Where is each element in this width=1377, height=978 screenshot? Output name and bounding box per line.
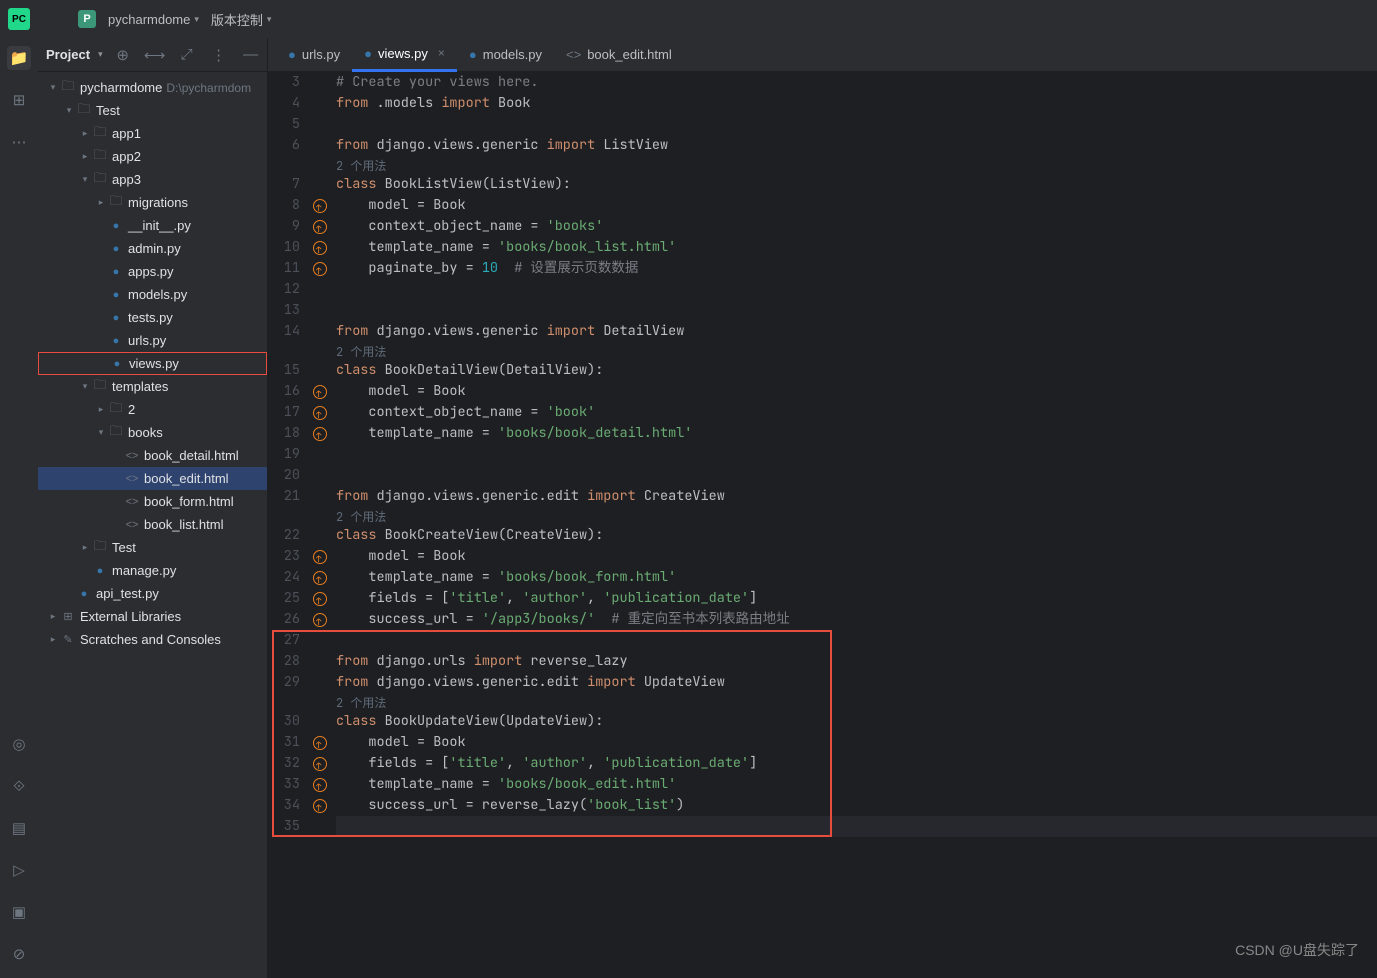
tree-item-tests.py[interactable]: ●tests.py <box>38 306 267 329</box>
tree-item-migrations[interactable]: ▸🗀migrations <box>38 191 267 214</box>
tree-item-Test[interactable]: ▾🗀Test <box>38 99 267 122</box>
tab-views.py[interactable]: ●views.py× <box>352 38 457 72</box>
tree-item-app1[interactable]: ▸🗀app1 <box>38 122 267 145</box>
settings-icon[interactable]: ⋮ <box>207 43 231 67</box>
project-tree[interactable]: ▾🗀pycharmdomeD:\pycharmdom▾🗀Test▸🗀app1▸🗀… <box>38 72 267 978</box>
tree-item-manage.py[interactable]: ●manage.py <box>38 559 267 582</box>
project-tool-icon[interactable]: 📁 <box>7 46 31 70</box>
gutter-marks <box>308 72 332 978</box>
code-lines[interactable]: # Create your views here.from .models im… <box>332 72 1377 978</box>
tree-item-book_edit.html[interactable]: <>book_edit.html <box>38 467 267 490</box>
collapse-icon[interactable]: ⟷ <box>143 43 167 67</box>
tree-item-book_form.html[interactable]: <>book_form.html <box>38 490 267 513</box>
tree-item-views.py[interactable]: ●views.py <box>38 352 267 375</box>
run-icon[interactable]: ▷ <box>7 858 31 882</box>
python-console-icon[interactable]: ⟐ <box>7 774 31 798</box>
editor-area: ●urls.py●views.py×●models.py<>book_edit.… <box>268 38 1377 978</box>
tree-item-apps.py[interactable]: ●apps.py <box>38 260 267 283</box>
tree-item-Test[interactable]: ▸🗀Test <box>38 536 267 559</box>
terminal-icon[interactable]: ▣ <box>7 900 31 924</box>
sidebar-header: Project ▾ ⊕ ⟷ ⤢ ⋮ — <box>38 38 267 72</box>
project-dropdown[interactable]: pycharmdome▾ <box>108 12 199 27</box>
tab-book_edit.html[interactable]: <>book_edit.html <box>554 38 684 72</box>
tree-item-app2[interactable]: ▸🗀app2 <box>38 145 267 168</box>
tree-item-admin.py[interactable]: ●admin.py <box>38 237 267 260</box>
titlebar: PC P pycharmdome▾ 版本控制▾ <box>0 0 1377 38</box>
tab-urls.py[interactable]: ●urls.py <box>276 38 352 72</box>
tree-item-book_detail.html[interactable]: <>book_detail.html <box>38 444 267 467</box>
tree-item-templates[interactable]: ▾🗀templates <box>38 375 267 398</box>
close-icon[interactable]: × <box>438 46 445 60</box>
tree-item-__init__.py[interactable]: ●__init__.py <box>38 214 267 237</box>
tree-item-urls.py[interactable]: ●urls.py <box>38 329 267 352</box>
code-editor[interactable]: 3456789101112131415161718192021222324252… <box>268 72 1377 978</box>
tree-item-Scratches and Consoles[interactable]: ▸✎Scratches and Consoles <box>38 628 267 651</box>
tree-item-2[interactable]: ▸🗀2 <box>38 398 267 421</box>
hamburger-icon[interactable] <box>42 7 66 31</box>
watermark: CSDN @U盘失踪了 <box>1235 940 1359 960</box>
tree-item-books[interactable]: ▾🗀books <box>38 421 267 444</box>
more-icon[interactable]: ⋯ <box>7 130 31 154</box>
services-icon[interactable]: ◎ <box>7 732 31 756</box>
tree-item-pycharmdome[interactable]: ▾🗀pycharmdomeD:\pycharmdom <box>38 76 267 99</box>
tree-item-External Libraries[interactable]: ▸⊞External Libraries <box>38 605 267 628</box>
locate-icon[interactable]: ⊕ <box>111 43 135 67</box>
tree-item-app3[interactable]: ▾🗀app3 <box>38 168 267 191</box>
problems-icon[interactable]: ⊘ <box>7 942 31 966</box>
packages-icon[interactable]: ▤ <box>7 816 31 840</box>
tab-models.py[interactable]: ●models.py <box>457 38 554 72</box>
app-logo: PC <box>8 8 30 30</box>
left-toolbar: 📁 ⊞ ⋯ ◎ ⟐ ▤ ▷ ▣ ⊘ <box>0 38 38 978</box>
project-badge: P <box>78 10 96 28</box>
line-numbers: 3456789101112131415161718192021222324252… <box>268 72 308 978</box>
hide-icon[interactable]: — <box>239 43 263 67</box>
tree-item-api_test.py[interactable]: ●api_test.py <box>38 582 267 605</box>
expand-icon[interactable]: ⤢ <box>175 43 199 67</box>
sidebar-title: Project <box>46 47 90 62</box>
vcs-menu[interactable]: 版本控制▾ <box>211 10 272 29</box>
tree-item-book_list.html[interactable]: <>book_list.html <box>38 513 267 536</box>
structure-icon[interactable]: ⊞ <box>7 88 31 112</box>
editor-tabs: ●urls.py●views.py×●models.py<>book_edit.… <box>268 38 1377 72</box>
tree-item-models.py[interactable]: ●models.py <box>38 283 267 306</box>
project-sidebar: Project ▾ ⊕ ⟷ ⤢ ⋮ — ▾🗀pycharmdomeD:\pych… <box>38 38 268 978</box>
